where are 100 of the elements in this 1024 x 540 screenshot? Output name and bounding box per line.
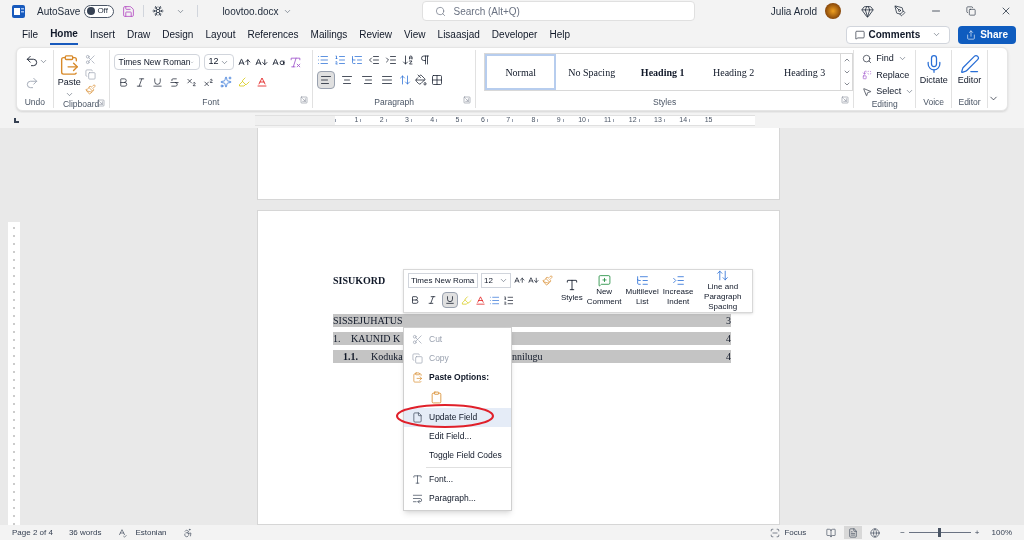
- menu-tab[interactable]: Help: [549, 25, 570, 44]
- font-name-field[interactable]: Times New Roma: [408, 273, 478, 289]
- autosave-toggle[interactable]: Off: [84, 4, 115, 18]
- language-label[interactable]: Estonian: [135, 526, 167, 539]
- restore-icon[interactable]: [966, 6, 976, 16]
- align-button[interactable]: [317, 71, 336, 89]
- zoom-out-button[interactable]: −: [900, 526, 905, 539]
- borders-icon[interactable]: [431, 74, 444, 86]
- menu-tab[interactable]: Layout: [205, 25, 236, 44]
- style-option[interactable]: Heading 2: [698, 54, 770, 90]
- comments-button[interactable]: Comments: [845, 25, 951, 44]
- menu-tab[interactable]: Design: [162, 25, 194, 44]
- decrease-indent-icon[interactable]: [368, 54, 381, 66]
- pen-icon[interactable]: [894, 5, 906, 17]
- share-icon[interactable]: [966, 29, 977, 40]
- bullets-icon[interactable]: [489, 294, 500, 306]
- menu-tab[interactable]: Lisaasjad: [437, 25, 480, 44]
- zoom-percent[interactable]: 100%: [991, 526, 1012, 539]
- menu-item[interactable]: Toggle Field Codes: [404, 445, 511, 465]
- shading-icon[interactable]: [415, 74, 428, 86]
- zoom-in-button[interactable]: +: [974, 526, 980, 539]
- font-name-field[interactable]: Times New Roman: [113, 54, 200, 70]
- style-option[interactable]: Normal: [485, 54, 557, 90]
- dialog-launcher-icon[interactable]: [300, 96, 309, 104]
- toolbar-button[interactable]: Multilevel List: [625, 274, 659, 308]
- search-field[interactable]: Search (Alt+Q): [421, 1, 695, 21]
- strikethrough-icon[interactable]: [168, 76, 180, 88]
- menu-tab[interactable]: File: [22, 25, 39, 44]
- style-option[interactable]: Heading 1: [627, 54, 699, 90]
- font-size-field[interactable]: 12: [203, 54, 234, 70]
- view-button[interactable]: [844, 526, 863, 539]
- dictate-button[interactable]: Dictate: [920, 50, 948, 96]
- replace-button[interactable]: Replace: [862, 68, 915, 82]
- increase-indent-icon[interactable]: [385, 54, 398, 66]
- user-name[interactable]: Julia Arold: [770, 3, 817, 19]
- focus-button[interactable]: Focus: [770, 526, 807, 539]
- text-effects-icon[interactable]: [219, 76, 232, 88]
- caret-icon[interactable]: [932, 30, 942, 39]
- toolbar-button[interactable]: Increase Indent: [662, 274, 694, 308]
- multilevel-list-icon[interactable]: [351, 54, 364, 66]
- tab-selector-icon[interactable]: [14, 118, 19, 123]
- format-button[interactable]: [442, 292, 458, 309]
- toolbar-button[interactable]: Line and Paragraph Spacing: [697, 269, 748, 313]
- underline-icon[interactable]: [151, 76, 163, 88]
- find-button[interactable]: Find: [862, 52, 915, 66]
- cut-icon[interactable]: [84, 54, 96, 65]
- menu-tab[interactable]: Insert: [89, 25, 115, 44]
- bold-icon[interactable]: [117, 76, 129, 88]
- subscript-icon[interactable]: [185, 76, 197, 88]
- undo-icon[interactable]: [25, 54, 39, 68]
- pilcrow-icon[interactable]: [419, 54, 432, 66]
- style-option[interactable]: No Spacing: [556, 54, 628, 90]
- menu-tab[interactable]: Developer: [491, 25, 538, 44]
- page-count[interactable]: Page 2 of 4: [12, 526, 53, 539]
- menu-item[interactable]: Paragraph...: [404, 488, 511, 508]
- file-name[interactable]: loovtoo.docx: [222, 3, 279, 19]
- scroll-up-icon[interactable]: [842, 56, 851, 64]
- diamond-icon[interactable]: [861, 4, 874, 18]
- more-styles-icon[interactable]: [842, 80, 851, 88]
- dialog-launcher-icon[interactable]: [463, 96, 472, 104]
- numbering-icon[interactable]: [503, 294, 514, 306]
- styles-button[interactable]: Styles: [561, 277, 583, 304]
- share-button[interactable]: Share: [958, 25, 1016, 44]
- menu-tab[interactable]: References: [247, 25, 299, 44]
- menu-tab[interactable]: Draw: [126, 25, 151, 44]
- comment-icon[interactable]: [854, 29, 865, 40]
- menu-tab[interactable]: Review: [359, 25, 393, 44]
- close-icon[interactable]: [1000, 5, 1012, 17]
- bullets-icon[interactable]: [317, 54, 330, 66]
- numbering-icon[interactable]: [334, 54, 347, 66]
- paste-button[interactable]: Paste: [57, 54, 81, 99]
- search-icon[interactable]: [434, 5, 446, 17]
- dialog-launcher-icon[interactable]: [841, 96, 850, 104]
- select-button[interactable]: Select: [862, 85, 915, 99]
- font-color-icon[interactable]: [475, 294, 486, 306]
- menu-item[interactable]: Font...: [404, 469, 511, 489]
- menu-tab[interactable]: Home: [50, 24, 78, 45]
- format-painter-icon[interactable]: [84, 84, 96, 95]
- accessibility-icon[interactable]: [182, 527, 193, 538]
- editor-button[interactable]: Editor: [956, 50, 983, 96]
- zoom-slider-thumb[interactable]: [938, 528, 941, 537]
- italic-icon[interactable]: [134, 76, 146, 88]
- scroll-down-icon[interactable]: [842, 68, 851, 76]
- menu-item[interactable]: Edit Field...: [404, 426, 511, 446]
- app-logo-icon[interactable]: [12, 4, 25, 18]
- font-color-icon[interactable]: [255, 76, 268, 88]
- menu-tab[interactable]: View: [404, 25, 426, 44]
- style-option[interactable]: Heading 3: [769, 54, 841, 90]
- superscript-icon[interactable]: [202, 76, 214, 88]
- font-size-field[interactable]: 12: [481, 273, 511, 289]
- redo-icon[interactable]: [25, 76, 39, 90]
- snowflake-icon[interactable]: [152, 5, 165, 17]
- proofing-icon[interactable]: [117, 527, 128, 538]
- save-icon[interactable]: [122, 4, 136, 18]
- menu-tab[interactable]: Mailings: [310, 25, 348, 44]
- user-avatar[interactable]: [825, 3, 841, 19]
- toolbar-button[interactable]: New Comment: [586, 274, 622, 308]
- sort-icon[interactable]: [402, 54, 415, 66]
- word-count[interactable]: 36 words: [68, 526, 102, 539]
- paste-icon[interactable]: [430, 390, 443, 404]
